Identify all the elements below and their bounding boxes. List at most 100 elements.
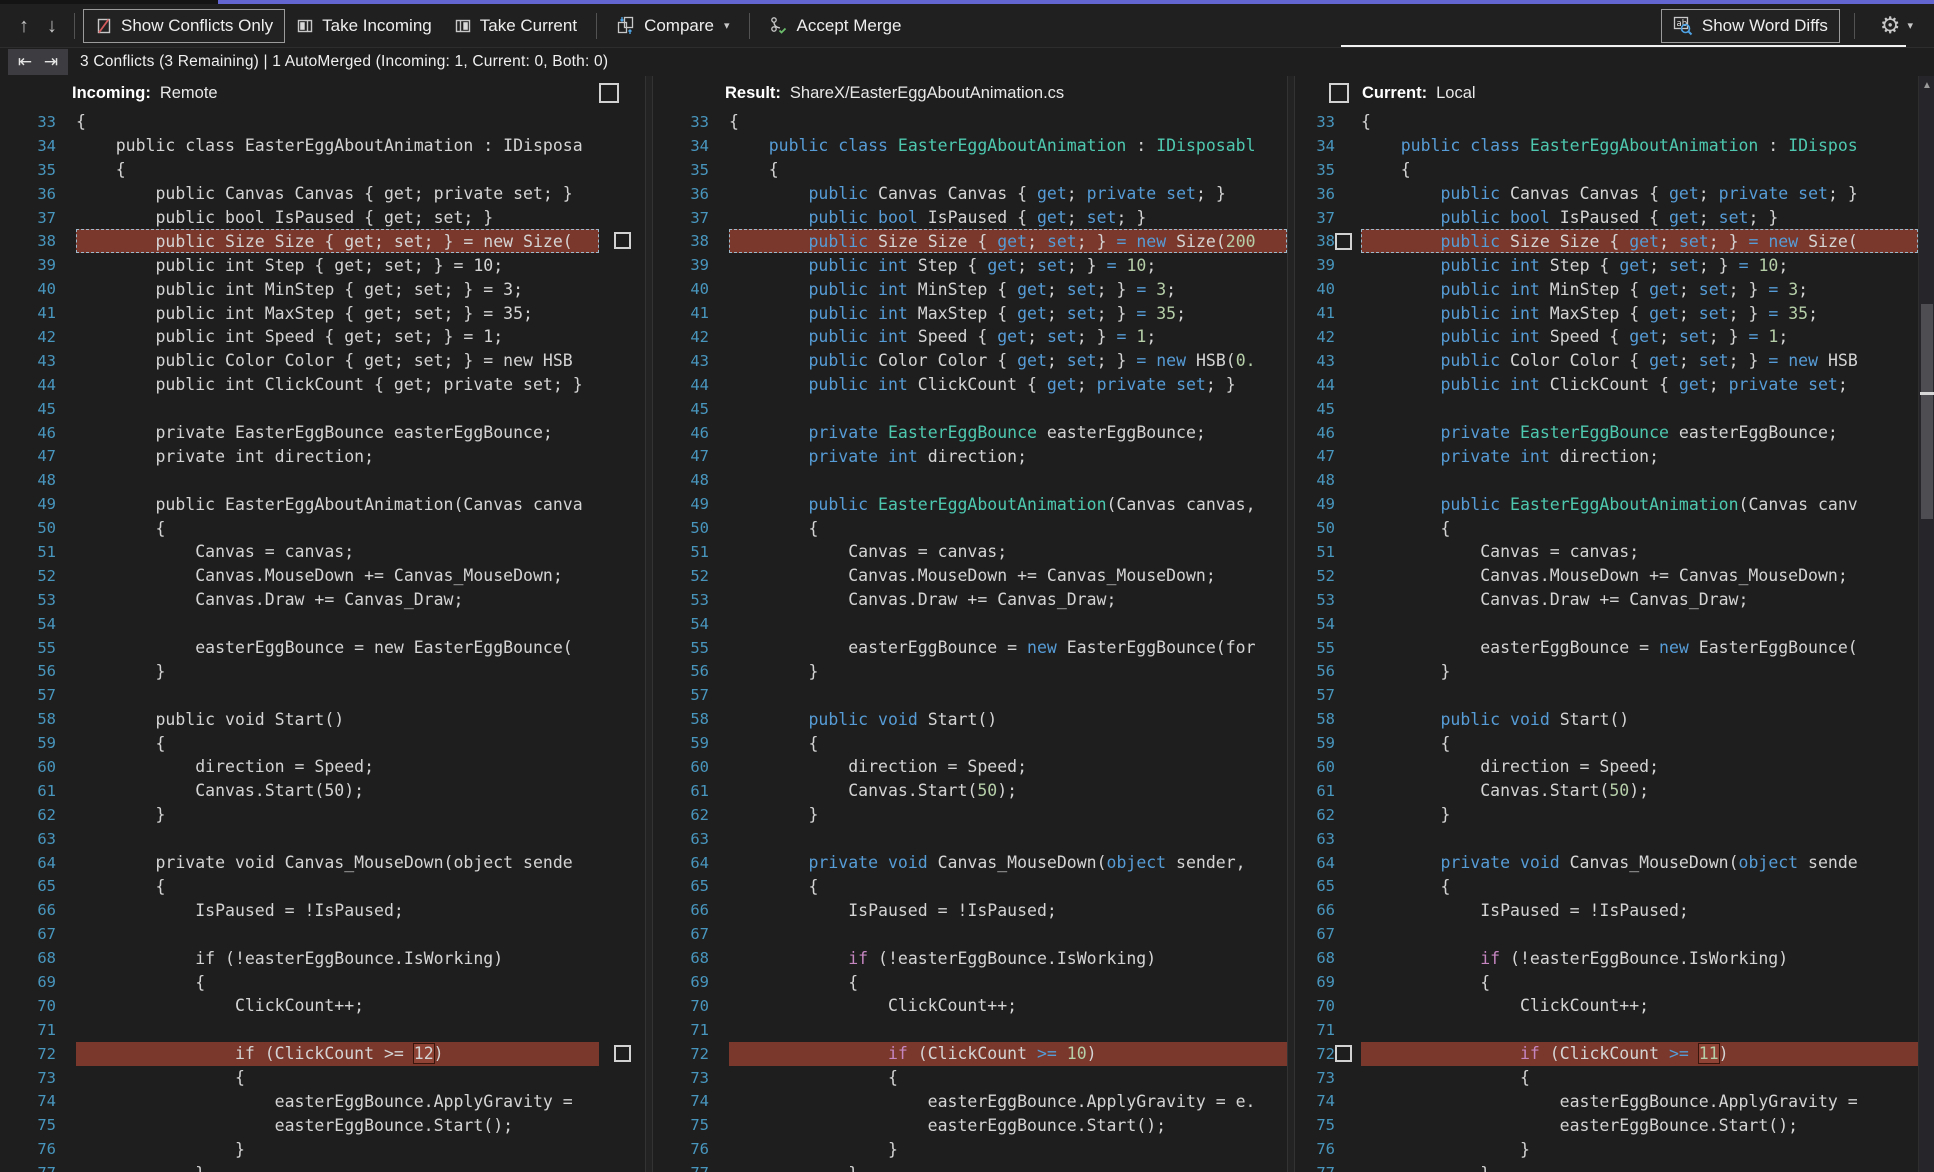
- word-diffs-icon: ab: [1673, 16, 1694, 36]
- line-number: 40: [37, 280, 56, 299]
- code-token: get: [1017, 303, 1047, 323]
- code-line-incoming-61: 61 Canvas.Start(50);: [0, 779, 645, 803]
- pane-splitter[interactable]: [1287, 76, 1295, 1172]
- vertical-scrollbar[interactable]: ▲: [1918, 76, 1934, 1172]
- code-token: {: [1361, 518, 1451, 538]
- scrollbar-thumb[interactable]: [1921, 304, 1933, 519]
- code-text: public EasterEggAboutAnimation(Canvas ca…: [1361, 492, 1918, 516]
- code-line-current-61: 61 Canvas.Start(50);: [1295, 779, 1918, 803]
- code-line-incoming-36: 36 public Canvas Canvas { get; private s…: [0, 182, 645, 206]
- scroll-up-arrow-icon[interactable]: ▲: [1919, 80, 1934, 91]
- code-token: Start(): [927, 709, 998, 729]
- settings-gear-button[interactable]: ⚙ ▾: [1869, 9, 1924, 43]
- code-line-current-51: 51 Canvas = canvas;: [1295, 540, 1918, 564]
- code-line-current-73: 73 {: [1295, 1066, 1918, 1090]
- code-line-current-50: 50 {: [1295, 516, 1918, 540]
- code-text: public bool IsPaused { get; set; }: [1361, 206, 1918, 230]
- code-text: }: [1361, 659, 1918, 683]
- current-pane-checkbox[interactable]: [1329, 83, 1349, 103]
- code-line-incoming-37: 37 public bool IsPaused { get; set; }: [0, 206, 645, 230]
- code-text: public int ClickCount { get; private set…: [1361, 373, 1918, 397]
- code-token: object: [1106, 853, 1167, 873]
- code-text: public int ClickCount { get; private set…: [729, 373, 1287, 397]
- code-line-result-73: 73 {: [653, 1066, 1287, 1090]
- conflict-line-checkbox[interactable]: [614, 232, 631, 250]
- code-token: EasterEggAboutAnimation: [1510, 494, 1739, 514]
- show-word-diffs-button[interactable]: ab Show Word Diffs: [1660, 8, 1840, 43]
- code-line-result-41: 41 public int MaxStep { get; set; } = 35…: [653, 301, 1287, 325]
- code-token: ): [433, 1044, 444, 1064]
- code-text: if (ClickCount >= 12): [76, 1041, 599, 1066]
- code-token: set: [1678, 231, 1709, 251]
- line-number: 55: [690, 638, 709, 657]
- code-token: EasterEggBounce: [887, 423, 1037, 443]
- code-token: =: [1136, 303, 1157, 323]
- code-token: Canvas = canvas;: [729, 542, 1008, 562]
- pane-splitter[interactable]: [645, 76, 653, 1172]
- code-line-incoming-34: 34 public class EasterEggAboutAnimation …: [0, 134, 645, 158]
- code-token: ; }: [1708, 327, 1749, 347]
- accept-merge-button[interactable]: Accept Merge: [758, 9, 913, 43]
- code-text: {: [729, 1066, 1287, 1090]
- code-token: }: [729, 1139, 898, 1159]
- code-token: public Size Size { get; set; } = new Siz…: [76, 231, 573, 251]
- incoming-pane-checkbox[interactable]: [599, 83, 619, 103]
- take-incoming-button[interactable]: Take Incoming: [285, 9, 443, 43]
- code-text: Canvas.MouseDown += Canvas_MouseDown;: [76, 564, 645, 588]
- code-line-incoming-68: 68 if (!easterEggBounce.IsWorking): [0, 946, 645, 970]
- line-number: 62: [1316, 805, 1335, 824]
- code-token: public int: [808, 327, 918, 347]
- code-line-result-68: 68 if (!easterEggBounce.IsWorking): [653, 946, 1287, 970]
- code-token: {: [76, 1068, 245, 1088]
- code-token: ;: [1837, 375, 1848, 395]
- conflict-status-bar: ⇤ ⇥ 3 Conflicts (3 Remaining) | 1 AutoMe…: [0, 48, 1934, 76]
- conflict-line-checkbox[interactable]: [1335, 1045, 1352, 1063]
- code-token: HSB(: [1195, 351, 1236, 371]
- code-line-current-37: 37 public bool IsPaused { get; set; }: [1295, 206, 1918, 230]
- settings-dropdown-caret-icon[interactable]: ▾: [1907, 19, 1913, 32]
- code-token: Size(: [1176, 231, 1226, 251]
- code-text: public bool IsPaused { get; set; }: [729, 206, 1287, 230]
- code-line-result-35: 35 {: [653, 158, 1287, 182]
- code-line-current-62: 62 }: [1295, 803, 1918, 827]
- take-current-button[interactable]: Take Current: [443, 9, 588, 43]
- code-text: public class EasterEggAboutAnimation : I…: [729, 134, 1287, 158]
- code-line-incoming-70: 70 ClickCount++;: [0, 994, 645, 1018]
- go-next-conflict-button[interactable]: ⇥: [38, 52, 64, 72]
- code-text: easterEggBounce.ApplyGravity =: [76, 1090, 645, 1114]
- code-text: {: [1361, 875, 1918, 899]
- code-token: (!easterEggBounce.IsWorking): [868, 948, 1157, 968]
- conflict-line-checkbox[interactable]: [1335, 232, 1352, 250]
- conflict-line-checkbox[interactable]: [614, 1044, 631, 1062]
- code-token: );: [997, 781, 1018, 801]
- compare-button[interactable]: Compare ▾: [605, 9, 740, 43]
- go-first-conflict-button[interactable]: ⇤: [12, 52, 38, 72]
- code-text: IsPaused = !IsPaused;: [76, 898, 645, 922]
- show-conflicts-only-button[interactable]: Show Conflicts Only: [83, 8, 286, 43]
- code-token: private: [1440, 423, 1520, 443]
- code-token: public Canvas Canvas { get; private set;…: [76, 184, 573, 204]
- code-line-current-43: 43 public Color Color { get; set; } = ne…: [1295, 349, 1918, 373]
- code-token: (ClickCount: [907, 1044, 1037, 1064]
- code-token: IsPaused = !IsPaused;: [1361, 900, 1689, 920]
- compare-dropdown-caret-icon[interactable]: ▾: [724, 19, 730, 32]
- code-line-incoming-33: 33 {: [0, 110, 645, 134]
- line-number: 45: [690, 399, 709, 418]
- code-line-current-63: 63: [1295, 827, 1918, 851]
- previous-conflict-arrow-button[interactable]: ↑: [10, 6, 38, 46]
- code-token: ; }: [1728, 303, 1769, 323]
- code-token: 10: [1066, 1044, 1087, 1064]
- code-token: set: [1066, 351, 1097, 371]
- code-token: public int: [1440, 303, 1550, 323]
- next-conflict-arrow-button[interactable]: ↓: [38, 6, 66, 46]
- code-token: Speed {: [917, 327, 998, 347]
- code-token: direction;: [1559, 446, 1660, 466]
- code-line-current-52: 52 Canvas.MouseDown += Canvas_MouseDown;: [1295, 564, 1918, 588]
- code-line-current-67: 67: [1295, 922, 1918, 946]
